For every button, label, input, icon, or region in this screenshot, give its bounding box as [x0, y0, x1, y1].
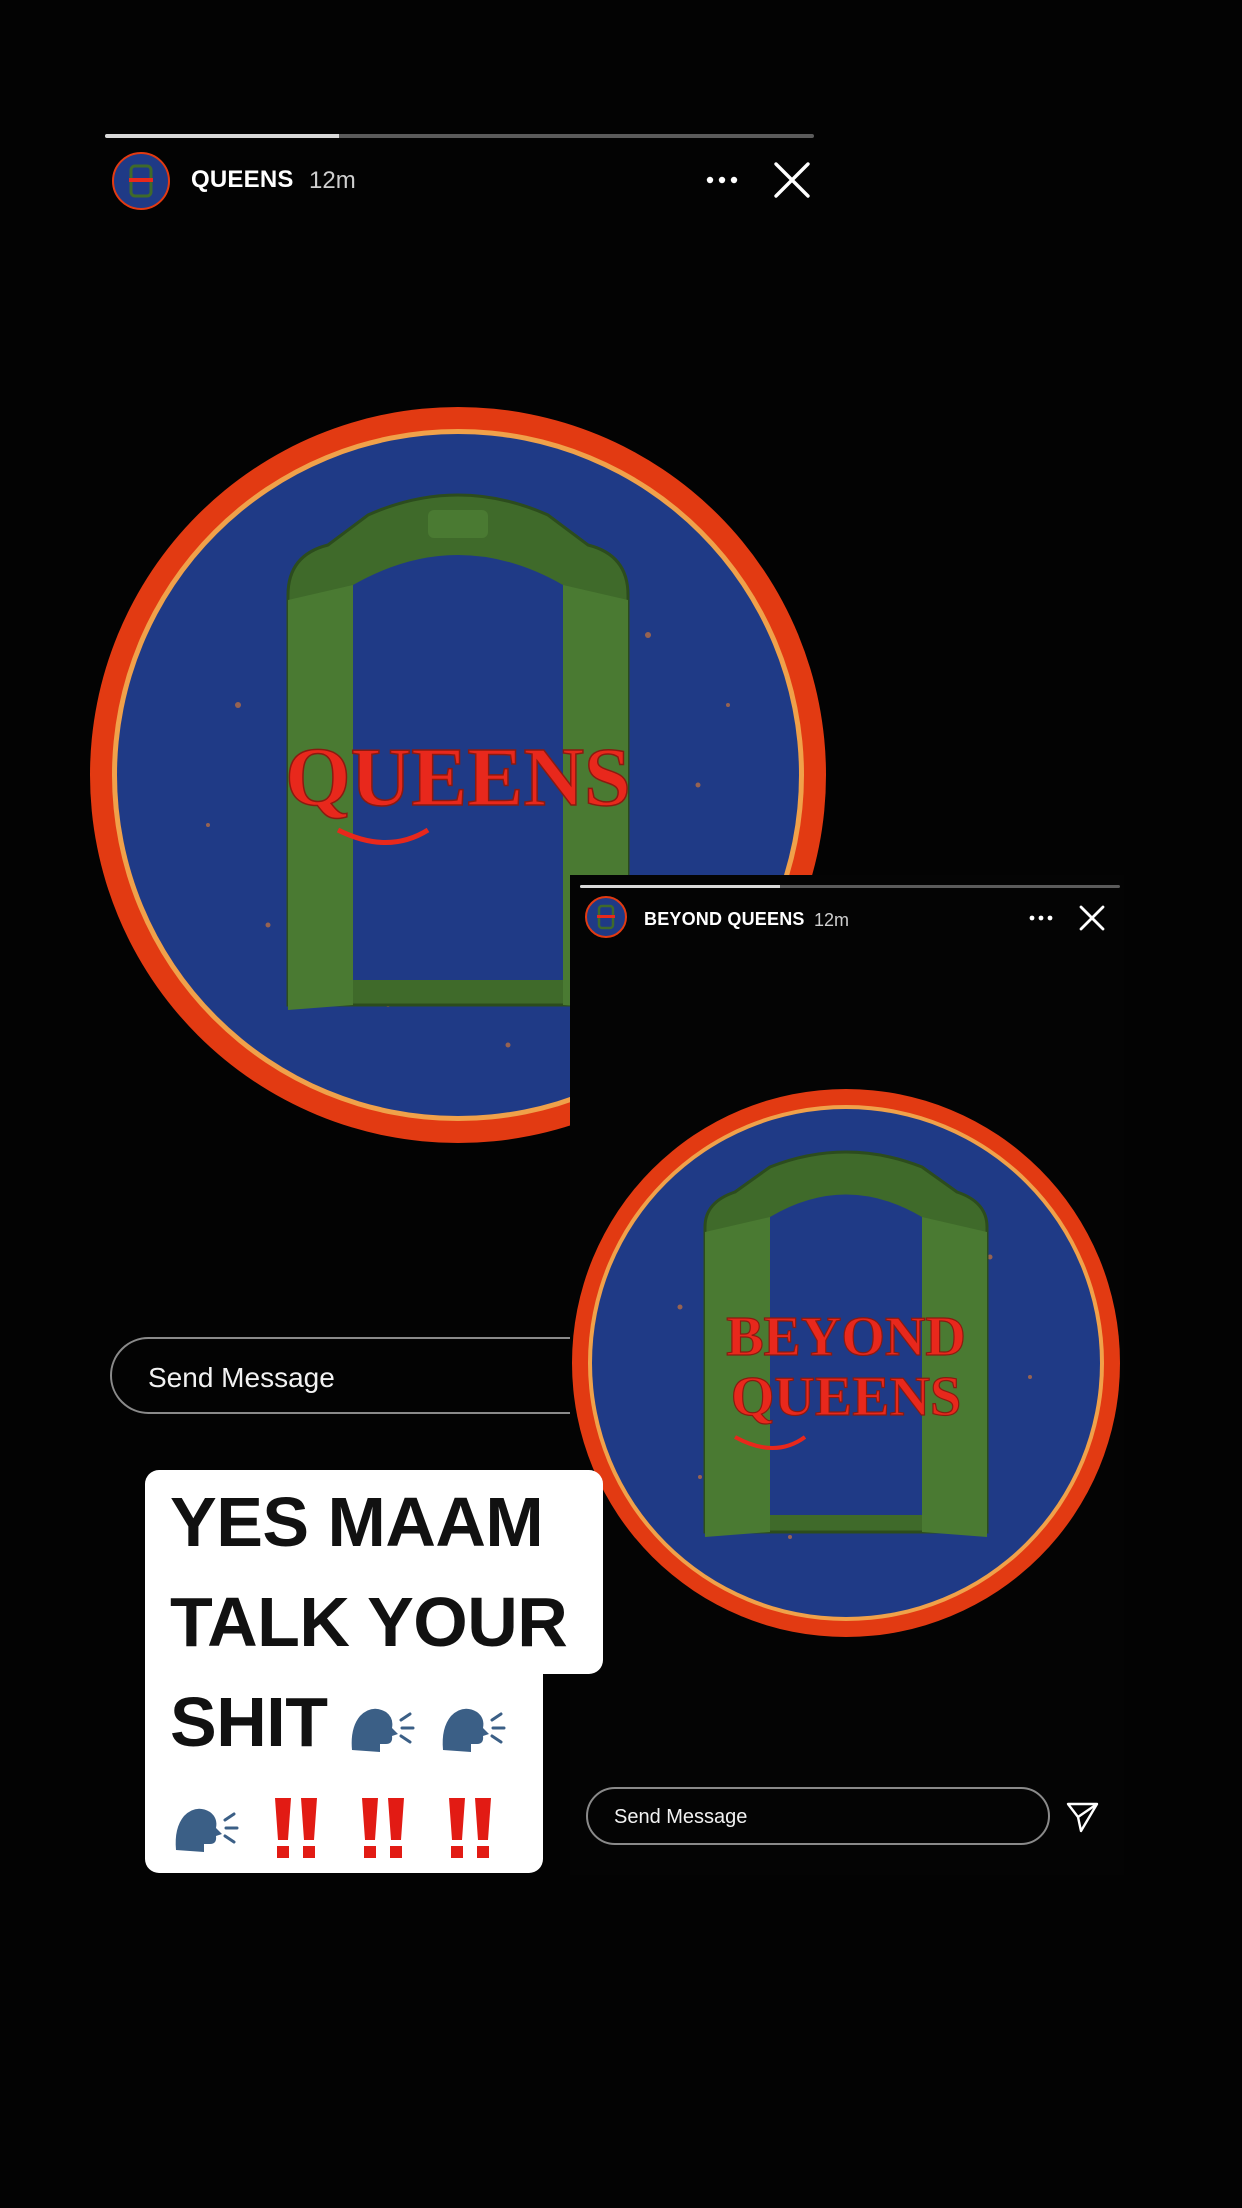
shared-story-card[interactable]: BEYOND QUEENS 12m BEYOND QUEENS Send Mes…: [570, 875, 1124, 1875]
story-progress-fill: [580, 885, 780, 888]
avatar[interactable]: [585, 896, 627, 938]
patch-lettering-line2: QUEENS: [731, 1366, 961, 1428]
send-message-placeholder: Send Message: [614, 1806, 748, 1828]
speaking-head-icon: [443, 1708, 506, 1752]
story-username[interactable]: BEYOND QUEENS: [644, 909, 805, 930]
story-progress-bar: [105, 134, 814, 138]
sticker-text-line: SHIT: [170, 1682, 509, 1762]
more-horizontal-icon[interactable]: [705, 168, 739, 192]
send-message-placeholder: Send Message: [148, 1362, 335, 1393]
story-progress-bar: [580, 885, 1120, 888]
sticker-text-line: [170, 1782, 503, 1862]
avatar[interactable]: [112, 152, 170, 210]
patch-lettering-line1: BEYOND: [726, 1306, 966, 1368]
send-message-input[interactable]: Send Message: [586, 1787, 1050, 1845]
double-exclamation-icon: [274, 1797, 317, 1858]
sticker-text-line: YES MAAM: [170, 1483, 544, 1561]
double-exclamation-icon: [361, 1797, 404, 1858]
more-horizontal-icon[interactable]: [1029, 910, 1053, 926]
story-username[interactable]: QUEENS: [191, 166, 294, 194]
paper-plane-icon[interactable]: [1064, 1798, 1100, 1834]
close-icon[interactable]: [772, 160, 812, 200]
sticker-text-line: TALK YOUR: [170, 1583, 568, 1661]
close-icon[interactable]: [1078, 904, 1106, 932]
story-timestamp: 12m: [814, 910, 850, 930]
patch-lettering: QUEENS: [285, 731, 630, 824]
double-exclamation-icon: [448, 1797, 491, 1858]
beyond-queens-patch-image: BEYOND QUEENS: [572, 1089, 1120, 1637]
speaking-head-icon: [175, 1808, 239, 1852]
speaking-head-icon: [352, 1708, 415, 1752]
sticker-text-word: SHIT: [170, 1683, 328, 1761]
story-progress-fill: [105, 134, 339, 138]
story-timestamp: 12m: [309, 167, 356, 194]
